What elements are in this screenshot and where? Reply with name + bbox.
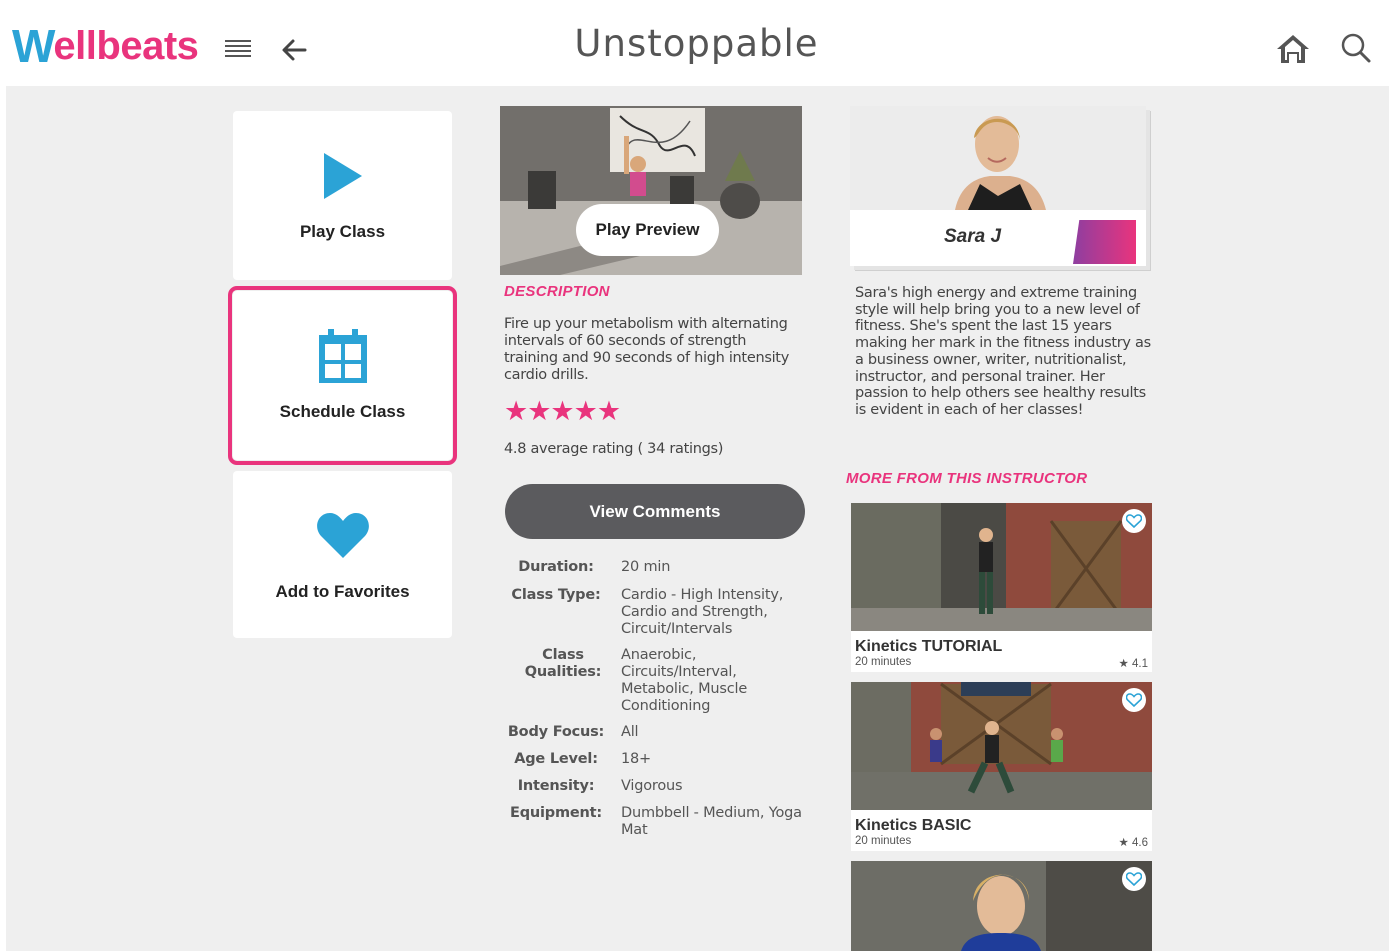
instructor-photo <box>850 106 1146 210</box>
schedule-class-label: Schedule Class <box>279 402 406 421</box>
detail-value: 18+ <box>621 751 652 767</box>
video-thumbnail <box>851 682 1152 810</box>
rating-text: 4.8 average rating ( 34 ratings) <box>504 441 724 457</box>
class-preview-video[interactable]: Play Preview <box>500 106 802 275</box>
detail-key: Age Level: <box>514 751 598 767</box>
calendar-icon <box>319 329 367 383</box>
video-duration: 20 minutes <box>855 835 912 847</box>
video-card[interactable]: Kinetics BASIC 20 minutes ★ 4.6 <box>851 682 1152 851</box>
video-card[interactable]: Kinetics TUTORIAL 20 minutes ★ 4.1 <box>851 503 1152 672</box>
video-duration: 20 minutes <box>855 656 912 668</box>
detail-class-type: Class Type: Cardio - High Intensity, Car… <box>504 587 824 638</box>
search-icon[interactable] <box>1340 32 1372 64</box>
heart-icon <box>317 513 369 558</box>
page-title: Unstoppable <box>574 22 819 65</box>
home-icon[interactable] <box>1276 33 1310 65</box>
detail-duration: Duration: 20 min <box>504 559 824 576</box>
detail-value: All <box>621 724 639 740</box>
more-from-instructor-heading: MORE FROM THIS INSTRUCTOR <box>846 470 1088 487</box>
detail-value: 20 min <box>621 559 671 575</box>
detail-age-level: Age Level: 18+ <box>504 751 824 768</box>
detail-value: Cardio - High Intensity, Cardio and Stre… <box>621 587 784 637</box>
detail-equipment: Equipment: Dumbbell - Medium, Yoga Mat <box>504 805 824 839</box>
detail-body-focus: Body Focus: All <box>504 724 824 741</box>
video-favorite-button[interactable] <box>1122 509 1146 533</box>
detail-key: Class Type: <box>511 587 601 603</box>
view-comments-button[interactable]: View Comments <box>505 484 805 539</box>
detail-key: Class Qualities: <box>524 647 602 680</box>
video-thumbnail <box>851 503 1152 631</box>
video-rating: ★ 4.1 <box>1118 658 1149 670</box>
add-to-favorites-label: Add to Favorites <box>275 582 410 601</box>
top-header: W ellbeats Unstoppable <box>6 4 1389 86</box>
class-description: Fire up your metabolism with alternating… <box>504 316 789 383</box>
star-rating[interactable]: ★★★★★ <box>504 396 621 427</box>
video-title: Kinetics TUTORIAL <box>855 638 1003 655</box>
video-thumbnail <box>851 861 1152 951</box>
detail-key: Body Focus: <box>507 724 605 740</box>
schedule-class-button[interactable]: Schedule Class <box>228 286 457 465</box>
instructor-name: Sara J <box>943 226 1002 247</box>
video-favorite-button[interactable] <box>1122 867 1146 891</box>
video-thumbnail-image <box>851 503 1152 631</box>
heart-outline-icon <box>1126 872 1142 886</box>
play-class-label: Play Class <box>299 222 386 241</box>
instructor-card[interactable]: Sara J <box>850 106 1146 266</box>
play-icon <box>324 153 362 199</box>
video-rating: ★ 4.6 <box>1118 837 1149 849</box>
video-card[interactable] <box>851 861 1152 951</box>
video-thumbnail-image <box>851 861 1152 951</box>
name-accent-bar <box>1073 220 1136 264</box>
video-favorite-button[interactable] <box>1122 688 1146 712</box>
video-thumbnail-image <box>851 682 1152 810</box>
play-class-button[interactable]: Play Class <box>233 111 452 280</box>
detail-value: Vigorous <box>621 778 683 794</box>
detail-key: Duration: <box>518 559 594 575</box>
detail-key: Equipment: <box>510 805 602 821</box>
video-title: Kinetics BASIC <box>855 817 972 834</box>
add-to-favorites-button[interactable]: Add to Favorites <box>233 471 452 638</box>
detail-value: Dumbbell - Medium, Yoga Mat <box>621 805 802 838</box>
detail-class-qualities: Class Qualities: Anaerobic, Circuits/Int… <box>504 647 824 715</box>
heart-outline-icon <box>1126 693 1142 707</box>
description-heading: DESCRIPTION <box>504 283 610 300</box>
app-frame: W ellbeats Unstoppable Play Class Schedu… <box>6 4 1389 951</box>
play-preview-button[interactable]: Play Preview <box>576 204 719 256</box>
detail-key: Intensity: <box>517 778 595 794</box>
detail-intensity: Intensity: Vigorous <box>504 778 824 795</box>
detail-value: Anaerobic, Circuits/Interval, Metabolic,… <box>621 647 748 714</box>
heart-outline-icon <box>1126 514 1142 528</box>
instructor-bio: Sara's high energy and extreme training … <box>855 285 1151 418</box>
